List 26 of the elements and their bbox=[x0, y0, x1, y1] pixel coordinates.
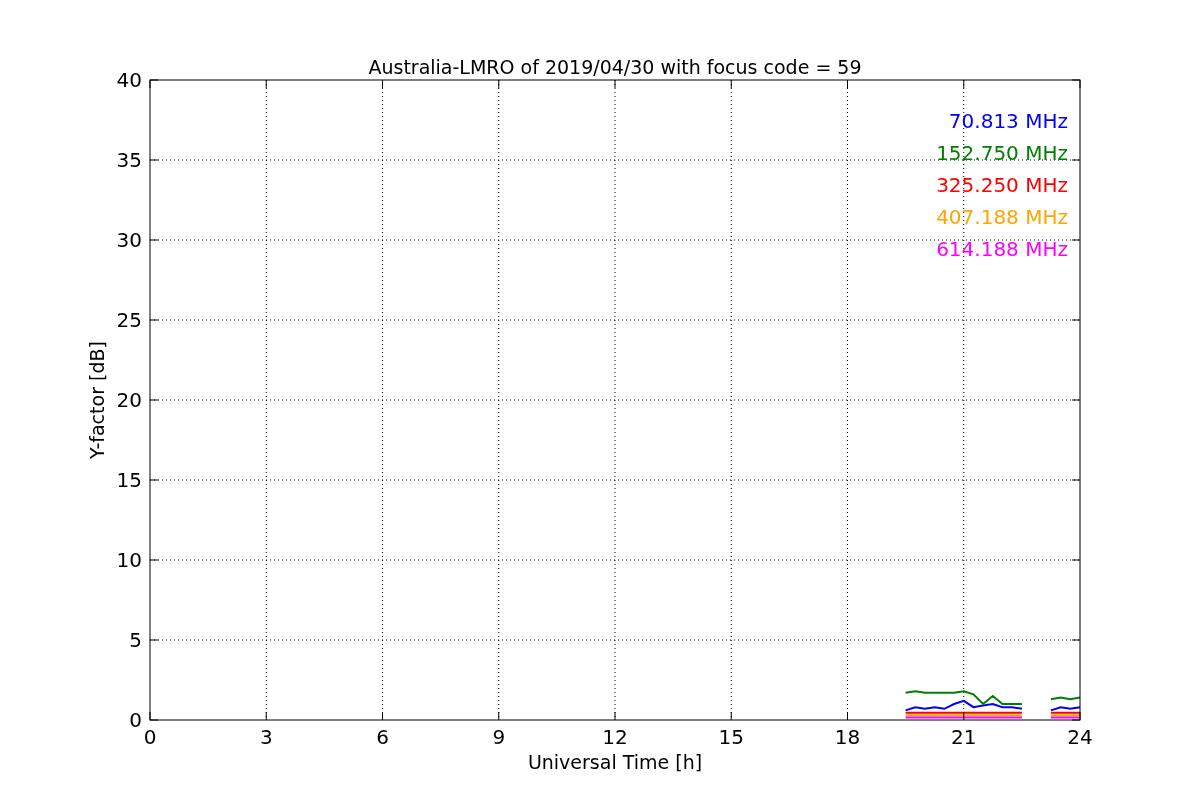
y-tick-label: 35 bbox=[116, 148, 142, 172]
y-tick-label: 20 bbox=[116, 388, 142, 412]
x-tick-label: 15 bbox=[718, 725, 744, 749]
y-tick-label: 40 bbox=[116, 68, 142, 92]
x-tick-label: 21 bbox=[951, 725, 977, 749]
y-tick-label: 15 bbox=[116, 468, 142, 492]
y-tick-label: 5 bbox=[129, 628, 142, 652]
legend-label: 614.188 MHz bbox=[936, 237, 1068, 261]
x-tick-label: 12 bbox=[602, 725, 628, 749]
chart-title: Australia-LMRO of 2019/04/30 with focus code = 59 bbox=[368, 56, 862, 78]
y-tick-label: 30 bbox=[116, 228, 142, 252]
legend-label: 407.188 MHz bbox=[936, 205, 1068, 229]
y-tick-label: 10 bbox=[116, 548, 142, 572]
y-axis-label: Y-factor [dB] bbox=[86, 341, 108, 459]
x-tick-label: 9 bbox=[492, 725, 506, 749]
x-tick-label: 3 bbox=[259, 725, 273, 749]
y-tick-label: 25 bbox=[116, 308, 142, 332]
x-tick-label: 0 bbox=[143, 725, 157, 749]
x-tick-label: 24 bbox=[1067, 725, 1093, 749]
y-tick-label: 0 bbox=[129, 708, 142, 732]
legend-label: 70.813 MHz bbox=[948, 109, 1068, 133]
x-tick-label: 18 bbox=[834, 725, 861, 749]
legend-label: 325.250 MHz bbox=[936, 173, 1068, 197]
legend-label: 152.750 MHz bbox=[936, 141, 1068, 165]
x-axis-label: Universal Time [h] bbox=[527, 751, 703, 773]
x-tick-label: 6 bbox=[376, 725, 389, 749]
